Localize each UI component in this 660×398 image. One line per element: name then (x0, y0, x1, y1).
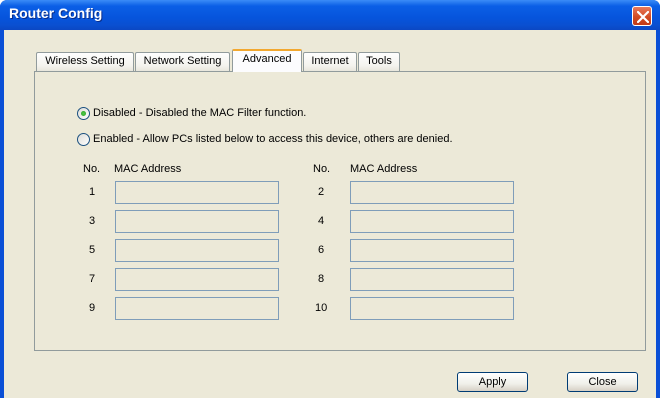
mac-row-number: 9 (89, 302, 96, 314)
radio-button-disabled[interactable] (77, 107, 90, 120)
tab-tools[interactable]: Tools (358, 52, 400, 71)
tab-internet[interactable]: Internet (303, 52, 357, 71)
radio-enabled-label: Enabled - Allow PCs listed below to acce… (93, 133, 453, 145)
tab-label: Advanced (242, 53, 292, 65)
radio-button-enabled[interactable] (77, 133, 90, 146)
mac-address-input[interactable] (115, 210, 279, 233)
tab-network-setting[interactable]: Network Setting (135, 52, 230, 71)
client-area: Wireless Setting Network Setting Advance… (4, 30, 656, 398)
window-close-button[interactable] (632, 6, 652, 26)
mac-address-input[interactable] (115, 239, 279, 262)
mac-address-input[interactable] (350, 297, 514, 320)
tab-label: Tools (366, 55, 392, 67)
mac-row-number: 6 (318, 244, 325, 256)
col-no-header-right: No. (313, 163, 331, 175)
col-no-header-left: No. (83, 163, 101, 175)
close-icon (637, 11, 649, 23)
mac-row-number: 2 (318, 186, 325, 198)
mac-address-input[interactable] (115, 297, 279, 320)
mac-address-input[interactable] (350, 239, 514, 262)
mac-row-number: 4 (318, 215, 325, 227)
tab-label: Wireless Setting (45, 55, 125, 67)
mac-address-input[interactable] (115, 268, 279, 291)
radio-disabled-label: Disabled - Disabled the MAC Filter funct… (93, 107, 307, 119)
mac-row-number: 8 (318, 273, 325, 285)
mac-address-input[interactable] (350, 268, 514, 291)
router-config-window: Router Config Wireless Setting Network S… (0, 0, 660, 398)
mac-address-input[interactable] (115, 181, 279, 204)
mac-row-number: 3 (89, 215, 96, 227)
apply-button[interactable]: Apply (457, 372, 528, 392)
mac-row-number: 5 (89, 244, 96, 256)
mac-row-number: 10 (315, 302, 328, 314)
tab-label: Network Setting (143, 55, 222, 67)
mac-row-number: 1 (89, 186, 96, 198)
radio-selected-dot (81, 111, 86, 116)
mac-row-number: 7 (89, 273, 96, 285)
col-mac-header-right: MAC Address (350, 163, 418, 175)
tab-advanced[interactable]: Advanced (232, 49, 302, 72)
mac-address-input[interactable] (350, 210, 514, 233)
title-bar[interactable]: Router Config (0, 0, 660, 30)
close-button[interactable]: Close (567, 372, 638, 392)
tab-wireless-setting[interactable]: Wireless Setting (36, 52, 134, 71)
window-title: Router Config (9, 5, 103, 21)
col-mac-header-left: MAC Address (114, 163, 182, 175)
tab-label: Internet (311, 55, 349, 67)
mac-address-input[interactable] (350, 181, 514, 204)
